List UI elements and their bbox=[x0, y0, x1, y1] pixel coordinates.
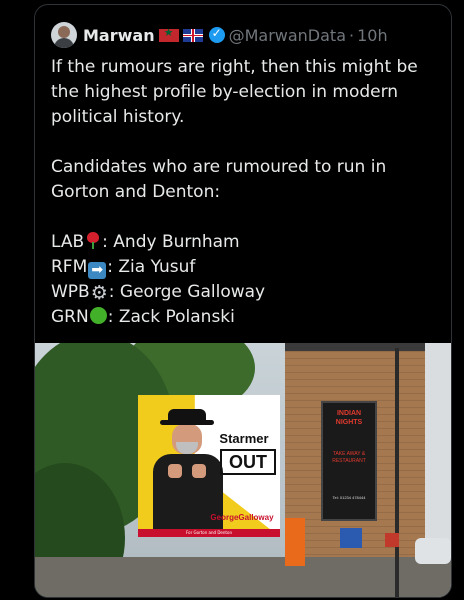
uk-flag-icon bbox=[182, 28, 203, 42]
parked-car bbox=[415, 538, 451, 564]
tweet-paragraph-2: Candidates who are rumoured to run in Go… bbox=[51, 157, 387, 202]
right-arrow-icon: ➡ bbox=[88, 262, 107, 279]
candidate-name: : Zia Yusuf bbox=[107, 257, 196, 277]
candidate-line: WPB⚙: George Galloway bbox=[51, 280, 443, 305]
rose-icon bbox=[85, 231, 101, 249]
restaurant-phone: Tel: 01234 478444 bbox=[332, 495, 366, 500]
green-circle-icon bbox=[89, 307, 107, 324]
tweet-photo[interactable]: Starmer OUT GeorgeGalloway For Gorton an… bbox=[35, 343, 451, 597]
verified-badge-icon[interactable] bbox=[208, 26, 225, 43]
poster-headline: Starmer bbox=[219, 431, 269, 446]
restaurant-name: INDIAN NIGHTS bbox=[335, 410, 363, 426]
morocco-flag-icon bbox=[158, 28, 179, 42]
avatar-body bbox=[54, 38, 74, 48]
candidate-name: : Andy Burnham bbox=[102, 232, 240, 252]
poster-out-box: OUT bbox=[220, 449, 276, 475]
author-handle[interactable]: @MarwanData bbox=[229, 26, 346, 45]
candidate-name: : Zack Polanski bbox=[107, 307, 235, 327]
restaurant-services: TAKE AWAY & RESTAURANT bbox=[332, 451, 366, 464]
street-sign bbox=[340, 528, 362, 548]
party-label: LAB bbox=[51, 232, 85, 252]
candidate-name: : George Galloway bbox=[108, 282, 266, 302]
tweet-text: If the rumours are right, then this migh… bbox=[51, 55, 443, 330]
avatar-face bbox=[58, 26, 70, 38]
poster-brand: GeorgeGalloway bbox=[210, 513, 274, 522]
party-label: RFM bbox=[51, 257, 88, 277]
party-label: GRN bbox=[51, 307, 89, 327]
poster-tagline: For Gorton and Denton bbox=[138, 529, 280, 537]
campaign-poster: Starmer OUT GeorgeGalloway For Gorton an… bbox=[138, 395, 280, 537]
tweet-header: Marwan @MarwanData · 10h bbox=[51, 21, 388, 49]
poster-portrait bbox=[148, 409, 228, 529]
tweet-card[interactable]: Marwan @MarwanData · 10h If the rumours … bbox=[34, 4, 452, 598]
candidate-line: LAB : Andy Burnham bbox=[51, 230, 443, 255]
red-sign bbox=[385, 533, 399, 547]
separator-dot: · bbox=[349, 25, 355, 45]
party-label: WPB bbox=[51, 282, 90, 302]
orange-box bbox=[285, 518, 305, 566]
roofline bbox=[285, 343, 425, 351]
side-building bbox=[425, 343, 451, 557]
gear-icon: ⚙ bbox=[90, 282, 108, 304]
candidate-line: RFM ➡: Zia Yusuf bbox=[51, 255, 443, 280]
avatar[interactable] bbox=[51, 22, 77, 48]
tweet-paragraph-1: If the rumours are right, then this migh… bbox=[51, 57, 418, 127]
author-name[interactable]: Marwan bbox=[83, 26, 155, 45]
candidate-line: GRN : Zack Polanski bbox=[51, 305, 443, 330]
lamp-post bbox=[395, 348, 399, 597]
tweet-time[interactable]: 10h bbox=[357, 26, 388, 45]
pavement bbox=[35, 557, 451, 597]
restaurant-sign: INDIAN NIGHTS TAKE AWAY & RESTAURANT Tel… bbox=[321, 401, 377, 521]
